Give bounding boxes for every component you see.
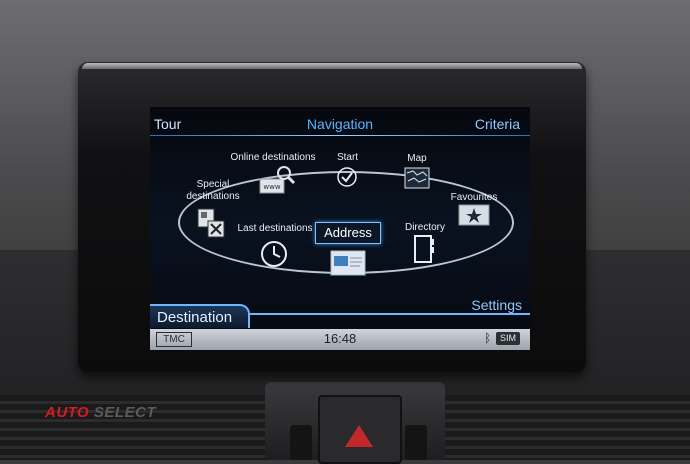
hazard-icon [345,425,373,447]
sim-badge: SIM [496,332,520,345]
header-divider [150,135,530,136]
menu-item-directory[interactable]: Directory [400,222,450,234]
tab-destination[interactable]: Destination [150,304,250,328]
tab-settings[interactable]: Settings [471,297,522,313]
navigation-screen: Tour Navigation Criteria Online destinat… [150,107,530,350]
map-icon[interactable] [404,167,430,194]
menu-item-start[interactable]: Start [330,152,365,164]
brand-select: SELECT [93,404,157,421]
menu-item-special-destinations[interactable]: Special destinations [178,179,248,203]
menu-item-last-destinations[interactable]: Last destinations [230,223,320,235]
menu-item-online-destinations[interactable]: Online destinations [218,152,328,164]
brand-auto: AUTO [45,404,90,421]
footer-divider [250,313,530,315]
display-rim [82,63,582,69]
menu-item-map[interactable]: Map [402,153,432,165]
envelope-icon[interactable] [330,250,366,281]
watermark-logo: AUTO SELECT [45,404,156,421]
bluetooth-icon: ᛒ [484,331,492,345]
tab-criteria[interactable]: Criteria [475,116,520,132]
special-destinations-icon[interactable] [196,207,228,244]
clock-time: 16:48 [323,331,357,346]
menu-item-favourites[interactable]: Favourites [448,192,500,204]
checkmark-icon[interactable] [336,166,358,193]
www-label: www [263,183,280,191]
console-knob-right[interactable] [405,425,427,460]
menu-item-address[interactable]: Address [315,222,381,244]
online-destinations-icon[interactable]: www [258,165,298,200]
clock-icon[interactable] [259,239,289,274]
console-knob-left[interactable] [290,425,312,460]
star-icon[interactable] [458,204,490,231]
directory-icon[interactable] [413,235,435,268]
page-title: Navigation [306,116,374,132]
